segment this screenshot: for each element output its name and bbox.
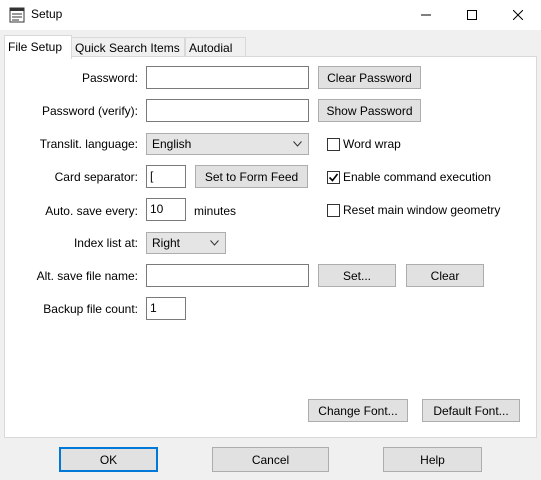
close-icon [513, 10, 523, 20]
alt-save-file-input[interactable] [146, 264, 309, 287]
ok-button[interactable]: OK [59, 447, 158, 472]
app-icon [9, 7, 25, 23]
tab-quick-search-items-label: Quick Search Items [75, 41, 180, 55]
minimize-button[interactable] [403, 0, 449, 30]
password-label: Password: [81, 71, 138, 85]
set-form-feed-button[interactable]: Set to Form Feed [195, 165, 308, 188]
password-verify-input[interactable] [146, 99, 309, 122]
tab-quick-search-items[interactable]: Quick Search Items [71, 37, 185, 57]
tab-file-setup-label: File Setup [8, 40, 63, 54]
tab-autodial[interactable]: Autodial [185, 37, 246, 57]
index-list-value: Right [152, 236, 181, 250]
translit-language-select[interactable]: English [146, 133, 309, 155]
maximize-button[interactable] [449, 0, 495, 30]
chevron-down-icon [210, 240, 219, 246]
enable-command-checkbox[interactable] [327, 171, 340, 184]
backup-count-label: Backup file count: [43, 302, 138, 316]
tab-file-setup[interactable]: File Setup [4, 35, 72, 59]
set-button[interactable]: Set... [318, 264, 396, 287]
cancel-button[interactable]: Cancel [212, 447, 329, 472]
password-input[interactable] [146, 66, 309, 89]
help-button[interactable]: Help [383, 447, 482, 472]
index-list-label: Index list at: [73, 236, 138, 250]
window-title: Setup [31, 7, 63, 21]
password-verify-label: Password (verify): [41, 104, 138, 118]
clear-password-button[interactable]: Clear Password [318, 66, 421, 89]
auto-save-input[interactable]: 10 [146, 198, 186, 221]
index-list-select[interactable]: Right [146, 232, 226, 254]
minimize-icon [421, 14, 431, 16]
auto-save-unit: minutes [194, 204, 237, 218]
default-font-button[interactable]: Default Font... [422, 399, 520, 422]
maximize-icon [467, 10, 477, 20]
word-wrap-checkbox[interactable] [327, 138, 340, 151]
auto-save-label: Auto. save every: [45, 204, 138, 218]
word-wrap-label: Word wrap [343, 137, 401, 151]
change-font-button[interactable]: Change Font... [308, 399, 408, 422]
show-password-button[interactable]: Show Password [318, 99, 421, 122]
chevron-down-icon [293, 141, 302, 147]
tab-autodial-label: Autodial [189, 41, 233, 55]
backup-count-input[interactable]: 1 [146, 297, 186, 320]
checkmark-icon [328, 173, 339, 182]
alt-save-file-label: Alt. save file name: [36, 269, 138, 283]
translit-language-label: Translit. language: [39, 137, 138, 151]
close-button[interactable] [495, 0, 541, 30]
title-bar[interactable]: Setup [0, 0, 541, 30]
translit-language-value: English [152, 137, 192, 151]
card-separator-input[interactable]: [ [146, 165, 186, 188]
reset-geometry-checkbox[interactable] [327, 204, 340, 217]
reset-geometry-label: Reset main window geometry [343, 203, 501, 217]
enable-command-label: Enable command execution [343, 170, 492, 184]
clear-button[interactable]: Clear [406, 264, 484, 287]
card-separator-label: Card separator: [54, 170, 138, 184]
